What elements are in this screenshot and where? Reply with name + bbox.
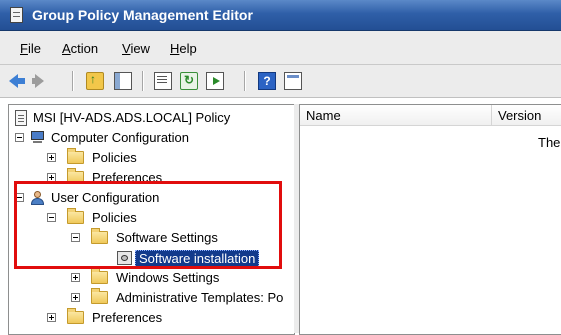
folder-icon xyxy=(91,288,108,304)
menu-file[interactable]: File xyxy=(20,41,41,56)
expand-icon[interactable] xyxy=(47,313,56,322)
policy-editor-icon xyxy=(10,7,23,23)
forward-icon[interactable] xyxy=(32,72,50,90)
tree-label: Policies xyxy=(92,210,137,225)
software-installation-icon xyxy=(117,251,132,265)
collapse-icon[interactable] xyxy=(71,233,80,242)
view-icon[interactable] xyxy=(284,72,302,90)
export-list-icon[interactable] xyxy=(206,72,224,90)
help-icon[interactable]: ? xyxy=(258,72,276,90)
tree-label: Policies xyxy=(92,150,137,165)
menu-bar: File Action View Help xyxy=(0,31,561,65)
refresh-icon[interactable] xyxy=(180,72,198,90)
folder-icon xyxy=(91,228,108,244)
expand-icon[interactable] xyxy=(47,173,56,182)
menu-help[interactable]: Help xyxy=(170,41,197,56)
collapse-icon[interactable] xyxy=(15,133,24,142)
menu-action[interactable]: Action xyxy=(62,41,98,56)
folder-icon xyxy=(67,208,84,224)
toolbar-separator xyxy=(142,71,144,91)
tree-label-selected: Software installation xyxy=(135,250,260,268)
expand-icon[interactable] xyxy=(71,293,80,302)
menu-view[interactable]: View xyxy=(122,41,150,56)
tree-label: Windows Settings xyxy=(116,270,220,285)
column-header-version[interactable]: Version xyxy=(492,105,561,126)
expand-icon[interactable] xyxy=(71,273,80,282)
policy-icon xyxy=(15,110,27,126)
expand-icon[interactable] xyxy=(47,153,56,162)
details-pane[interactable]: Name Version The xyxy=(299,104,561,335)
toolbar: ? xyxy=(0,65,561,98)
user-icon xyxy=(29,190,46,206)
folder-icon xyxy=(67,168,84,184)
up-folder-icon[interactable] xyxy=(86,72,104,90)
folder-icon xyxy=(67,148,84,164)
column-header-name[interactable]: Name xyxy=(300,105,492,126)
tree-label: Administrative Templates: Po xyxy=(116,290,284,305)
tree-label: Computer Configuration xyxy=(51,130,190,145)
title-bar: Group Policy Management Editor xyxy=(0,0,561,31)
tree-label: Preferences xyxy=(92,170,163,185)
empty-list-message: The xyxy=(538,135,561,150)
toolbar-separator xyxy=(244,71,246,91)
show-hide-tree-icon[interactable] xyxy=(114,72,132,90)
folder-icon xyxy=(67,308,84,324)
tree-root-label: MSI [HV-ADS.ADS.LOCAL] Policy xyxy=(33,110,231,125)
collapse-icon[interactable] xyxy=(47,213,56,222)
console-tree[interactable]: MSI [HV-ADS.ADS.LOCAL] Policy Computer C… xyxy=(8,104,295,335)
collapse-icon[interactable] xyxy=(15,193,24,202)
folder-icon xyxy=(91,268,108,284)
tree-label: Preferences xyxy=(92,310,163,325)
tree-label: Software Settings xyxy=(116,230,218,245)
window-title: Group Policy Management Editor xyxy=(32,7,253,23)
toolbar-separator xyxy=(72,71,74,91)
computer-icon xyxy=(29,131,46,144)
back-icon[interactable] xyxy=(8,72,26,90)
tree-label: User Configuration xyxy=(51,190,160,205)
properties-icon[interactable] xyxy=(154,72,172,90)
